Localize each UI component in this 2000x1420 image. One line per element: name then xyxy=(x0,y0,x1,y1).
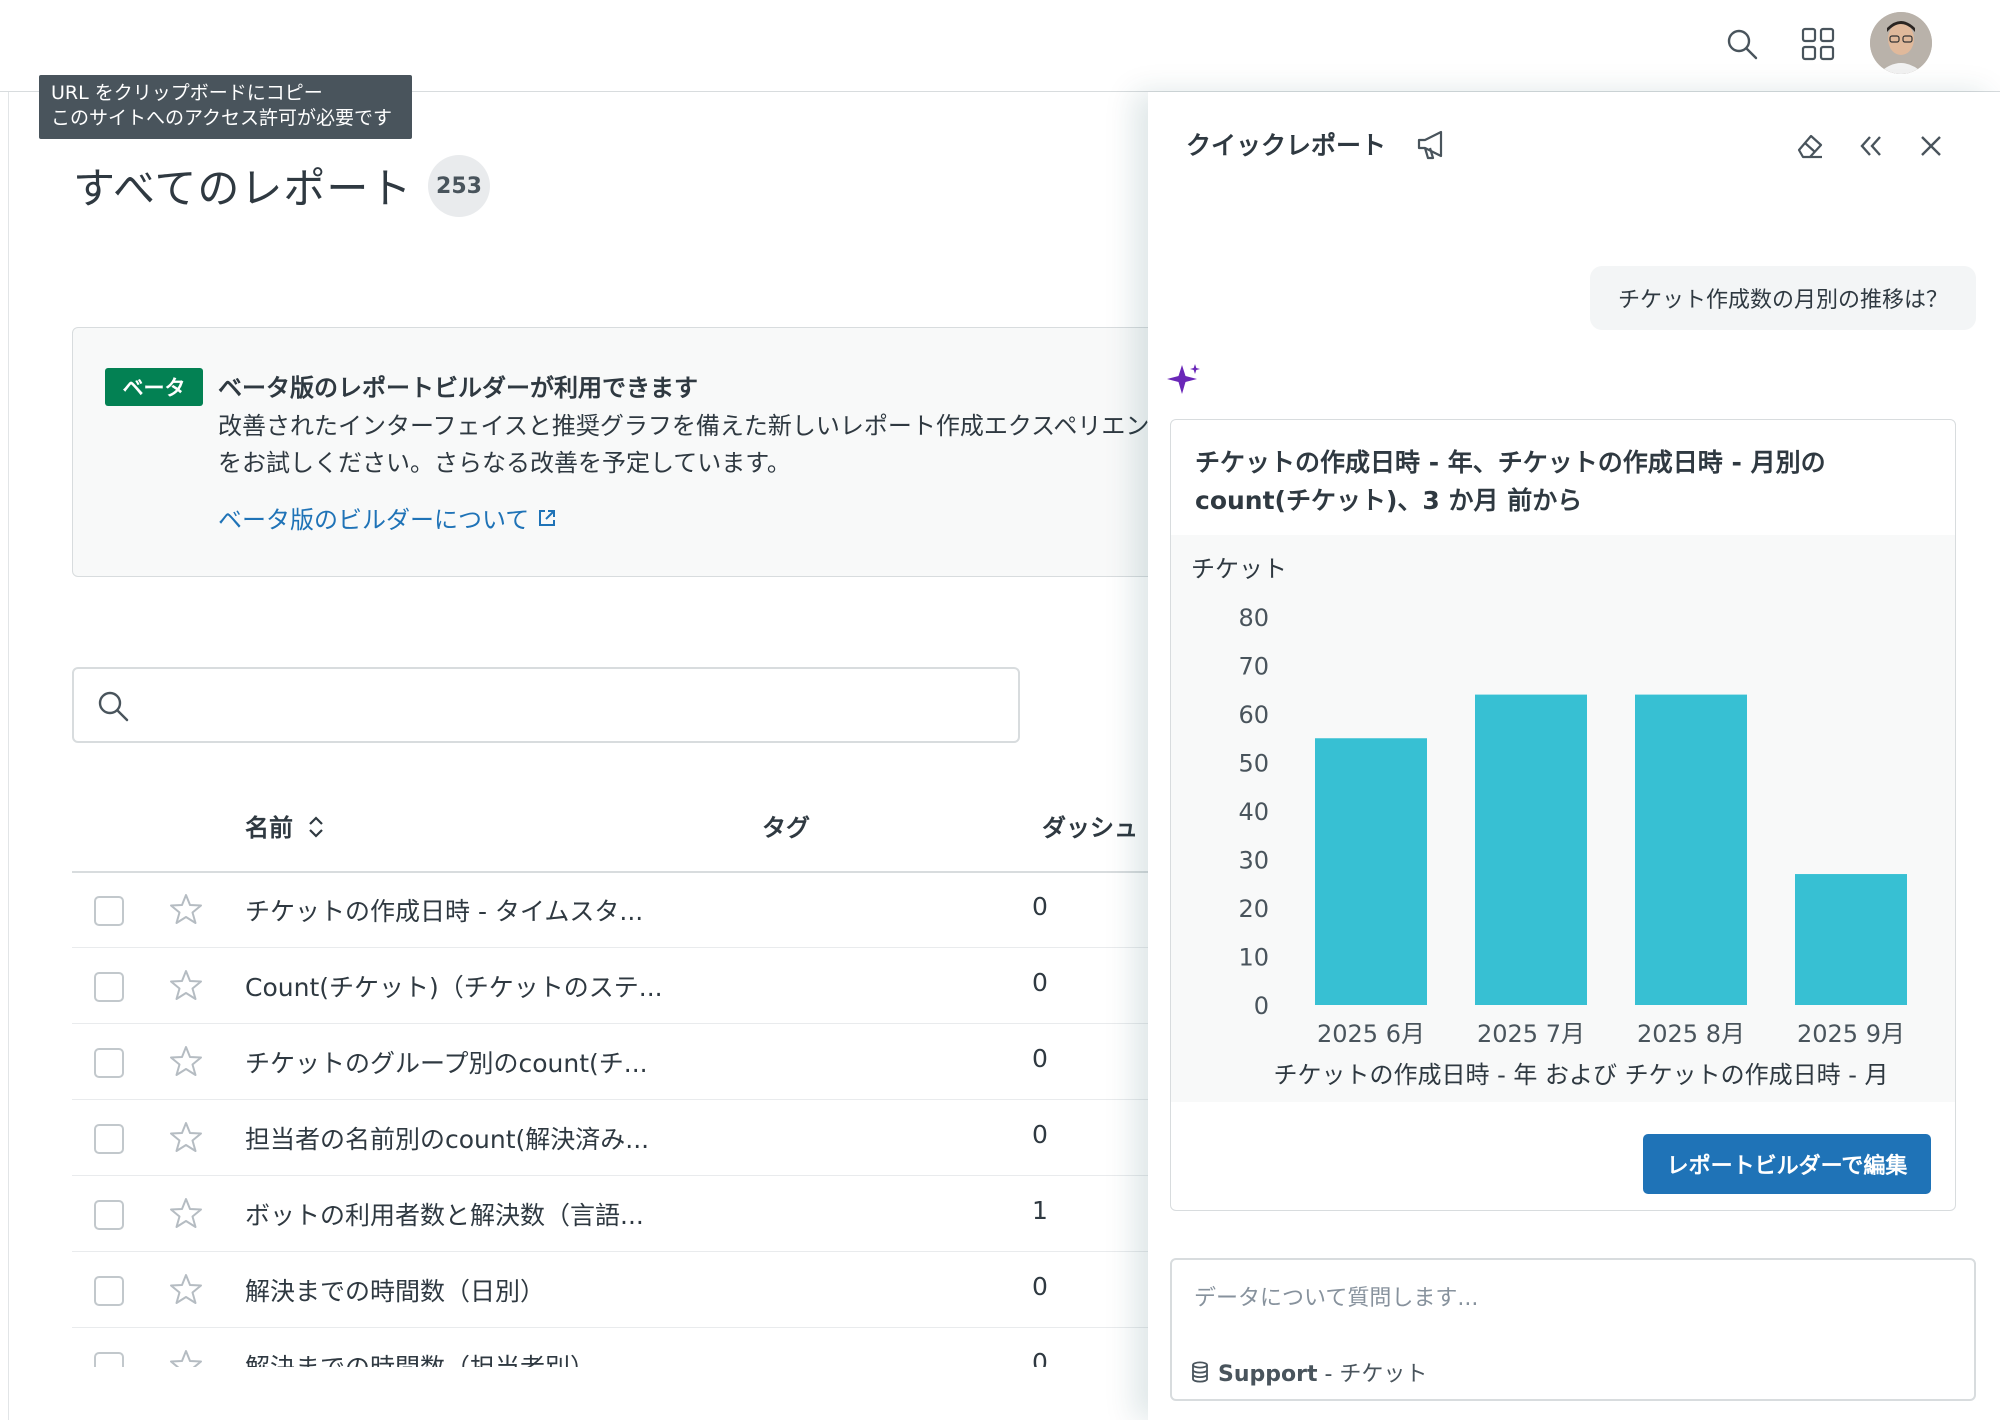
y-axis-title: チケット xyxy=(1191,555,1287,583)
x-tick-label: 2025 7月 xyxy=(1477,1020,1585,1048)
chart-area: チケット 0 10 20 30 40 50 60 70 80 2025 6月 2025 7月 2025 … xyxy=(1171,535,1955,1102)
sort-icon xyxy=(309,816,324,838)
report-name[interactable]: 解決までの時間数（日別） xyxy=(245,1272,545,1308)
table-row[interactable]: Count(チケット)（チケットのステ... 0 xyxy=(72,948,1152,1024)
star-icon[interactable] xyxy=(169,1120,203,1154)
y-tick-label: 20 xyxy=(1238,895,1269,923)
report-name[interactable]: チケットの作成日時 - タイムスタ... xyxy=(245,892,643,928)
quick-report-panel: クイックレポート チケット作成数の月別の推移は？ チケットの作成日時 - 年、チ… xyxy=(1148,92,2000,1420)
column-name-label: 名前 xyxy=(245,814,293,842)
report-name[interactable]: 担当者の名前別のcount(解決済み... xyxy=(245,1120,649,1156)
database-icon xyxy=(1192,1361,1208,1383)
row-checkbox[interactable] xyxy=(94,1352,124,1367)
dashboard-count: 0 xyxy=(1032,968,1048,997)
eraser-icon[interactable] xyxy=(1790,126,1830,166)
table-row[interactable]: チケットのグループ別のcount(チ... 0 xyxy=(72,1024,1152,1100)
column-header-tags[interactable]: タグ xyxy=(762,808,810,843)
bar[interactable] xyxy=(1635,694,1747,1005)
data-source-selector[interactable]: Support - チケット xyxy=(1190,1356,1427,1388)
report-name[interactable]: ボットの利用者数と解決数（言語... xyxy=(245,1196,644,1232)
beta-builder-link[interactable]: ベータ版のビルダーについて xyxy=(218,500,557,535)
beta-badge: ベータ xyxy=(105,368,203,406)
external-link-icon xyxy=(539,509,556,526)
search-input[interactable] xyxy=(144,683,1004,727)
dashboard-count: 0 xyxy=(1032,1272,1048,1301)
table-row[interactable]: ボットの利用者数と解決数（言語... 1 xyxy=(72,1176,1152,1252)
report-name[interactable]: 解決までの時間数（担当者別） xyxy=(245,1348,595,1367)
table-row[interactable]: チケットの作成日時 - タイムスタ... 0 xyxy=(72,872,1152,948)
bar[interactable] xyxy=(1315,738,1427,1005)
star-icon[interactable] xyxy=(169,1272,203,1306)
beta-title: ベータ版のレポートビルダーが利用できます xyxy=(218,374,698,402)
report-result-card: チケットの作成日時 - 年、チケットの作成日時 - 月別の count(チケット… xyxy=(1170,419,1956,1211)
search-icon xyxy=(98,691,129,722)
ai-sparkle-icon xyxy=(1167,364,1200,394)
table-row[interactable]: 解決までの時間数（担当者別） 0 xyxy=(72,1328,1152,1367)
star-icon[interactable] xyxy=(169,892,203,926)
star-icon[interactable] xyxy=(169,968,203,1002)
dashboard-count: 0 xyxy=(1032,1120,1048,1149)
dashboard-count: 1 xyxy=(1032,1196,1048,1225)
y-tick-label: 80 xyxy=(1238,604,1269,632)
collapse-panel-icon[interactable] xyxy=(1851,126,1891,166)
copy-url-tooltip: URL をクリップボードにコピー このサイトへのアクセス許可が必要です xyxy=(39,75,412,139)
tooltip-line-2: このサイトへのアクセス許可が必要です xyxy=(51,107,393,129)
ask-data-box[interactable]: データについて質問します... Support - チケット xyxy=(1170,1258,1976,1401)
x-tick-label: 2025 6月 xyxy=(1317,1020,1425,1048)
beta-description: 改善されたインターフェイスと推奨グラフを備えた新しいレポート作成エクスペリエンス… xyxy=(218,412,1173,477)
user-question-bubble: チケット作成数の月別の推移は？ xyxy=(1590,266,1976,330)
row-checkbox[interactable] xyxy=(94,1276,124,1306)
x-tick-label: 2025 8月 xyxy=(1637,1020,1745,1048)
star-icon[interactable] xyxy=(169,1044,203,1078)
avatar[interactable] xyxy=(1870,12,1932,74)
report-card-title: チケットの作成日時 - 年、チケットの作成日時 - 月別の count(チケット… xyxy=(1195,448,1826,515)
close-icon[interactable] xyxy=(1911,126,1951,166)
panel-title: クイックレポート xyxy=(1186,126,1451,162)
y-tick-label: 0 xyxy=(1254,992,1269,1020)
report-table-body: チケットの作成日時 - タイムスタ... 0 Count(チケット)（チケットのステ… xyxy=(0,872,1160,1367)
table-row[interactable]: 担当者の名前別のcount(解決済み... 0 xyxy=(72,1100,1152,1176)
bar[interactable] xyxy=(1475,694,1587,1005)
y-tick-label: 60 xyxy=(1238,701,1269,729)
y-tick-label: 40 xyxy=(1238,798,1269,826)
column-header-dashboard[interactable]: ダッシュ xyxy=(1042,808,1138,843)
x-axis-title: チケットの作成日時 - 年 および チケットの作成日時 - 月 xyxy=(1273,1061,1888,1089)
y-tick-label: 30 xyxy=(1238,847,1269,875)
beta-notice: ベータ ベータ版のレポートビルダーが利用できます 改善されたインターフェイスと推… xyxy=(72,327,1192,577)
column-header-name[interactable]: 名前 xyxy=(245,808,325,843)
edit-in-report-builder-button[interactable]: レポートビルダーで編集 xyxy=(1643,1134,1931,1194)
dashboard-count: 0 xyxy=(1032,1348,1048,1367)
row-checkbox[interactable] xyxy=(94,1200,124,1230)
row-checkbox[interactable] xyxy=(94,896,124,926)
y-tick-label: 10 xyxy=(1238,944,1269,972)
report-search xyxy=(72,667,1020,743)
table-row[interactable]: 解決までの時間数（日別） 0 xyxy=(72,1252,1152,1328)
star-icon[interactable] xyxy=(169,1348,203,1367)
bar[interactable] xyxy=(1795,874,1907,1005)
report-name[interactable]: チケットのグループ別のcount(チ... xyxy=(245,1044,648,1080)
row-checkbox[interactable] xyxy=(94,1124,124,1154)
megaphone-icon[interactable] xyxy=(1415,128,1451,162)
source-dataset: - チケット xyxy=(1317,1362,1428,1387)
row-checkbox[interactable] xyxy=(94,972,124,1002)
y-tick-label: 70 xyxy=(1238,653,1269,681)
dashboard-count: 0 xyxy=(1032,892,1048,921)
apps-grid-icon[interactable] xyxy=(1794,20,1842,68)
dashboard-count: 0 xyxy=(1032,1044,1048,1073)
row-checkbox[interactable] xyxy=(94,1048,124,1078)
source-name: Support xyxy=(1218,1362,1318,1387)
bar-chart: チケット 0 10 20 30 40 50 60 70 80 2025 6月 2025 7月 2025 … xyxy=(1191,555,1907,1089)
panel-title-label: クイックレポート xyxy=(1186,131,1387,160)
tooltip-line-1: URL をクリップボードにコピー xyxy=(51,82,323,104)
report-name[interactable]: Count(チケット)（チケットのステ... xyxy=(245,968,663,1004)
beta-link-label: ベータ版のビルダーについて xyxy=(218,506,530,534)
report-count-badge: 253 xyxy=(428,155,490,217)
x-tick-label: 2025 9月 xyxy=(1797,1020,1905,1048)
search-icon[interactable] xyxy=(1718,20,1766,68)
page-title: すべてのレポート xyxy=(73,164,413,213)
star-icon[interactable] xyxy=(169,1196,203,1230)
ask-input-placeholder[interactable]: データについて質問します... xyxy=(1194,1280,1478,1312)
y-tick-label: 50 xyxy=(1238,750,1269,778)
